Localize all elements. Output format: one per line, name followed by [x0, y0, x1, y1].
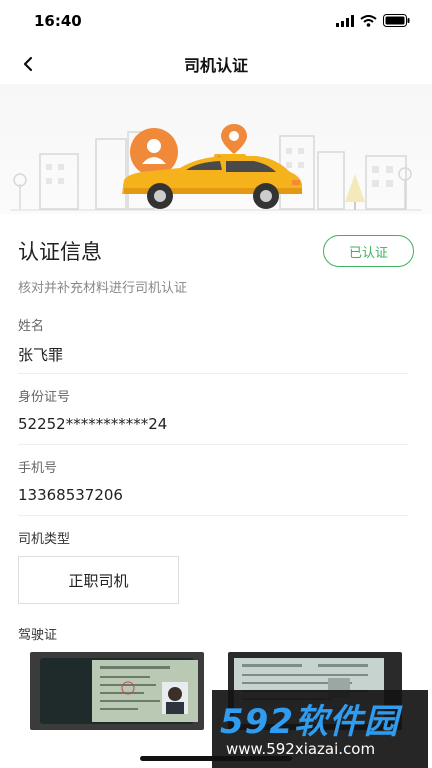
id-number-label: 身份证号	[18, 390, 71, 405]
phone-value: 13368537206	[18, 486, 123, 504]
taxi-illustration	[10, 124, 422, 211]
status-time: 16:40	[34, 12, 82, 30]
phone-label: 手机号	[18, 461, 58, 476]
page-title: 司机认证	[183, 56, 248, 75]
status-icons	[336, 14, 410, 27]
battery-icon	[383, 14, 410, 27]
nav-bar: 司机认证	[0, 44, 432, 84]
id-number-value: 52252***********24	[18, 415, 168, 433]
driver-type-option[interactable]: 正职司机	[18, 556, 179, 604]
status-bar: 16:40	[0, 0, 432, 44]
driver-type-label: 司机类型	[18, 532, 71, 547]
name-label: 姓名	[18, 319, 45, 334]
divider	[18, 515, 408, 516]
license-label: 驾驶证	[18, 628, 58, 643]
license-photo-front[interactable]	[30, 652, 204, 730]
divider	[18, 444, 408, 445]
section-title: 认证信息	[18, 240, 102, 264]
wifi-icon	[360, 14, 377, 27]
name-value: 张飞罪	[18, 346, 64, 364]
section-subtitle: 核对并补充材料进行司机认证	[18, 281, 188, 296]
divider	[18, 373, 408, 374]
home-indicator	[140, 756, 292, 761]
banner-illustration	[0, 84, 432, 214]
signal-icon	[336, 14, 354, 27]
status-badge: 已认证	[323, 235, 414, 267]
watermark-logo: 592软件园	[220, 702, 399, 742]
license-front-image	[30, 652, 204, 730]
